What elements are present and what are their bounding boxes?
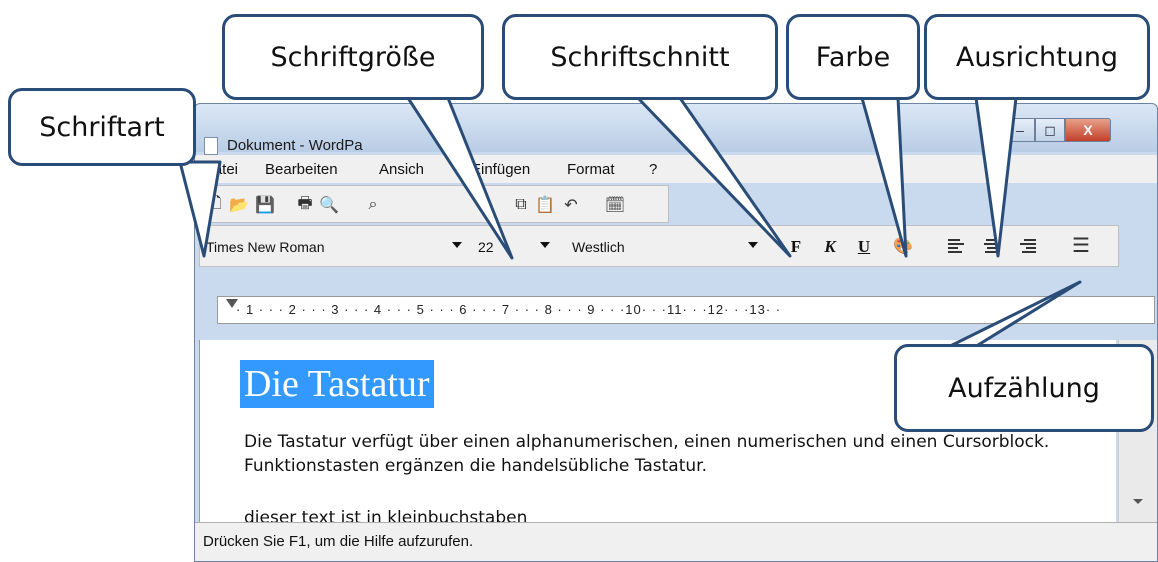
open-icon[interactable]: 📂 [229, 196, 249, 214]
callout-ausrichtung: Ausrichtung [924, 14, 1150, 100]
save-icon[interactable]: 💾 [255, 196, 275, 214]
status-text: Drücken Sie F1, um die Hilfe aufzurufen. [203, 533, 474, 550]
format-toolbar: Times New Roman 22 Westlich F K U 🎨 ☰ [199, 225, 1119, 267]
align-right-icon[interactable] [1020, 239, 1036, 255]
font-size-select[interactable]: 22 [476, 235, 552, 259]
document-line: dieser text ist in kleinbuchstaben [244, 508, 528, 522]
font-name-value: Times New Roman [206, 239, 325, 255]
paste-icon[interactable]: 📋 [535, 196, 555, 214]
menu-ansicht[interactable]: Ansich [379, 161, 424, 178]
find-icon[interactable]: ⌕ [364, 196, 382, 214]
title-bar: Dokument - WordPa – ◻ X [195, 104, 1157, 155]
standard-toolbar: 🗋 📂 💾 🖶 🔍 ⌕ ⧉ 📋 ↶ 🗓 [199, 185, 669, 223]
copy-icon[interactable]: ⧉ [512, 196, 530, 214]
insert-datetime-icon[interactable]: 🗓 [605, 196, 625, 214]
scroll-down-icon[interactable] [1133, 499, 1143, 504]
underline-button[interactable]: U [852, 236, 876, 258]
align-center-icon[interactable] [984, 239, 1000, 255]
new-icon[interactable]: 🗋 [206, 195, 224, 214]
ruler[interactable]: · 1 · · · 2 · · · 3 · · · 4 · · · 5 · · … [217, 296, 1155, 324]
wordpad-app-icon [204, 137, 218, 155]
chevron-down-icon[interactable] [540, 242, 550, 248]
italic-button[interactable]: K [818, 236, 842, 258]
menu-format[interactable]: Format [567, 161, 615, 178]
chevron-down-icon[interactable] [452, 242, 462, 248]
callout-farbe: Farbe [786, 14, 920, 100]
menu-bearbeiten[interactable]: Bearbeiten [265, 161, 338, 178]
align-left-icon[interactable] [948, 239, 964, 255]
script-select[interactable]: Westlich [570, 235, 760, 259]
color-palette-icon[interactable]: 🎨 [893, 237, 913, 255]
callout-schriftgroesse: Schriftgröße [222, 14, 484, 100]
print-icon[interactable]: 🖶 [296, 195, 314, 214]
close-button[interactable]: X [1065, 118, 1111, 142]
wordpad-window: Dokument - WordPa – ◻ X Datei Bearbeiten… [194, 103, 1158, 562]
chevron-down-icon[interactable] [748, 242, 758, 248]
minimize-button[interactable]: – [1005, 118, 1035, 142]
font-size-value: 22 [478, 239, 494, 255]
menu-datei[interactable]: Datei [203, 161, 238, 178]
document-paragraph: Die Tastatur verfügt über einen alphanum… [244, 432, 1050, 476]
callout-aufzaehlung: Aufzählung [894, 344, 1154, 432]
menu-bar: Datei Bearbeiten Ansich Einfügen Format … [195, 155, 1157, 183]
callout-schriftart: Schriftart [8, 88, 196, 166]
ruler-marks: · 1 · · · 2 · · · 3 · · · 4 · · · 5 · · … [236, 302, 782, 317]
bold-button[interactable]: F [784, 236, 808, 258]
script-value: Westlich [572, 239, 625, 255]
font-name-select[interactable]: Times New Roman [204, 235, 464, 259]
bullets-icon[interactable]: ☰ [1072, 235, 1090, 257]
callout-schriftschnitt: Schriftschnitt [502, 14, 778, 100]
window-title: Dokument - WordPa [227, 137, 363, 154]
menu-help[interactable]: ? [649, 161, 657, 178]
document-heading: Die Tastatur [240, 360, 434, 408]
maximize-button[interactable]: ◻ [1035, 118, 1065, 142]
undo-icon[interactable]: ↶ [562, 196, 580, 214]
print-preview-icon[interactable]: 🔍 [319, 196, 339, 214]
menu-einfuegen[interactable]: Einfügen [471, 161, 530, 178]
status-bar: Drücken Sie F1, um die Hilfe aufzurufen. [195, 522, 1157, 561]
